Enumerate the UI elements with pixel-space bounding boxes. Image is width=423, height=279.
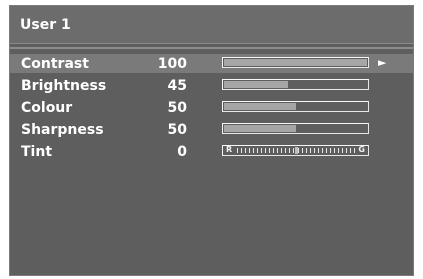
tint-scale-tick [334, 148, 335, 153]
tint-center-marker [295, 147, 298, 154]
right-triangle-icon: ► [378, 56, 387, 69]
tint-right-label: G [358, 145, 365, 154]
menu-header: User 1 [10, 6, 413, 44]
tint-scale-tick [326, 148, 327, 153]
tint-left-label: R [226, 145, 233, 154]
menu-item-label: Tint [21, 144, 53, 160]
menu-item-contrast[interactable]: Contrast 100 ► [10, 54, 413, 73]
menu-item-tint[interactable]: Tint 0 R G [10, 142, 413, 161]
menu-item-label: Contrast [21, 56, 89, 72]
tint-scale-tick [310, 148, 311, 153]
tint-scale-tick [285, 148, 286, 153]
contrast-slider[interactable] [222, 57, 369, 68]
tint-scale-tick [350, 148, 351, 153]
tint-scale-tick [346, 148, 347, 153]
tint-scale-tick [253, 148, 254, 153]
tint-scale-tick [265, 148, 266, 153]
tint-scale-tick [273, 148, 274, 153]
tint-scale-tick [298, 148, 299, 153]
tint-scale-tick [306, 148, 307, 153]
tint-scale-tick [318, 148, 319, 153]
tint-scale-tick [237, 148, 238, 153]
menu-item-brightness[interactable]: Brightness 45 [10, 76, 413, 95]
menu-item-value: 100 [157, 56, 187, 72]
slider-fill [224, 81, 288, 88]
tint-scale-tick [245, 148, 246, 153]
menu-item-sharpness[interactable]: Sharpness 50 [10, 120, 413, 139]
menu-item-value: 0 [177, 144, 187, 160]
tint-scale-tick [338, 148, 339, 153]
sharpness-slider[interactable] [222, 123, 369, 134]
tint-balance-slider[interactable]: R G [222, 145, 369, 156]
menu-title: User 1 [20, 17, 71, 33]
menu-item-label: Brightness [21, 78, 107, 94]
tint-scale-tick [314, 148, 315, 153]
tint-scale-tick [261, 148, 262, 153]
brightness-slider[interactable] [222, 79, 369, 90]
tint-scale-tick [330, 148, 331, 153]
tint-scale-tick [302, 148, 303, 153]
tint-scale-tick [281, 148, 282, 153]
tint-scale-tick [354, 148, 355, 153]
tint-scale-tick [289, 148, 290, 153]
tint-scale-tick [241, 148, 242, 153]
osd-menu-panel: User 1 Contrast 100 ► Brightness 45 Colo… [9, 5, 414, 276]
tint-scale-tick [269, 148, 270, 153]
menu-item-label: Colour [21, 100, 73, 116]
menu-item-label: Sharpness [21, 122, 104, 138]
slider-fill [224, 59, 367, 66]
menu-item-value: 50 [167, 122, 187, 138]
colour-slider[interactable] [222, 101, 369, 112]
tint-scale-tick [293, 148, 294, 153]
tint-scale-tick [277, 148, 278, 153]
tint-scale-tick [322, 148, 323, 153]
tint-scale-tick [257, 148, 258, 153]
menu-item-value: 50 [167, 100, 187, 116]
slider-fill [224, 103, 296, 110]
header-divider [10, 47, 413, 49]
tint-scale-tick [342, 148, 343, 153]
menu-item-colour[interactable]: Colour 50 [10, 98, 413, 117]
tint-scale-tick [249, 148, 250, 153]
slider-fill [224, 125, 296, 132]
menu-item-value: 45 [167, 78, 187, 94]
